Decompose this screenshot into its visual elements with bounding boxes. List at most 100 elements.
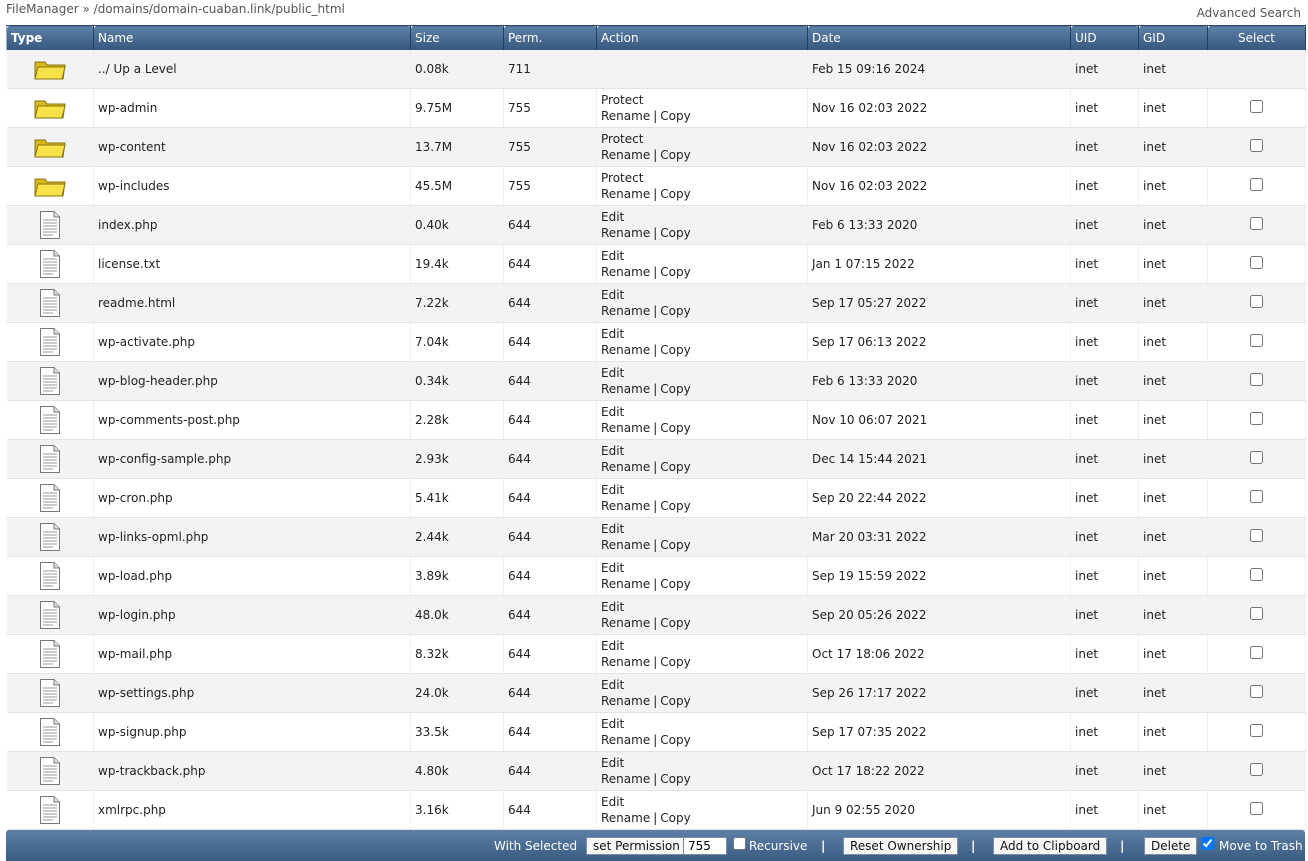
column-header-perm[interactable]: Perm. bbox=[503, 25, 597, 50]
select-checkbox[interactable] bbox=[1250, 763, 1263, 776]
rename-link[interactable]: Rename bbox=[601, 616, 650, 630]
file-icon[interactable] bbox=[39, 795, 61, 825]
edit-link[interactable]: Edit bbox=[601, 561, 624, 575]
rename-link[interactable]: Rename bbox=[601, 733, 650, 747]
edit-link[interactable]: Edit bbox=[601, 366, 624, 380]
perm-link[interactable]: 644 bbox=[508, 257, 531, 271]
select-checkbox[interactable] bbox=[1250, 100, 1263, 113]
edit-link[interactable]: Edit bbox=[601, 483, 624, 497]
file-name-link[interactable]: wp-config-sample.php bbox=[98, 452, 231, 466]
file-icon[interactable] bbox=[39, 561, 61, 591]
file-name-link[interactable]: index.php bbox=[98, 218, 157, 232]
file-icon[interactable] bbox=[39, 444, 61, 474]
file-icon[interactable] bbox=[39, 522, 61, 552]
edit-link[interactable]: Edit bbox=[601, 795, 624, 809]
select-checkbox[interactable] bbox=[1250, 724, 1263, 737]
file-name-link[interactable]: wp-includes bbox=[98, 179, 170, 193]
edit-link[interactable]: Edit bbox=[601, 678, 624, 692]
column-header-type[interactable]: Type bbox=[6, 25, 94, 50]
file-name-link[interactable]: wp-links-opml.php bbox=[98, 530, 208, 544]
select-checkbox[interactable] bbox=[1250, 334, 1263, 347]
select-checkbox[interactable] bbox=[1250, 607, 1263, 620]
select-checkbox[interactable] bbox=[1250, 451, 1263, 464]
folder-icon[interactable] bbox=[34, 96, 66, 120]
perm-link[interactable]: 644 bbox=[508, 491, 531, 505]
rename-link[interactable]: Rename bbox=[601, 226, 650, 240]
perm-link[interactable]: 644 bbox=[508, 335, 531, 349]
file-name-link[interactable]: wp-blog-header.php bbox=[98, 374, 218, 388]
file-name-link[interactable]: wp-mail.php bbox=[98, 647, 172, 661]
copy-link[interactable]: Copy bbox=[660, 772, 690, 786]
edit-link[interactable]: Edit bbox=[601, 405, 624, 419]
edit-link[interactable]: Edit bbox=[601, 327, 624, 341]
file-icon[interactable] bbox=[39, 249, 61, 279]
select-checkbox[interactable] bbox=[1250, 646, 1263, 659]
folder-icon[interactable] bbox=[34, 135, 66, 159]
file-name-link[interactable]: wp-load.php bbox=[98, 569, 172, 583]
edit-link[interactable]: Edit bbox=[601, 600, 624, 614]
select-checkbox[interactable] bbox=[1250, 139, 1263, 152]
add-to-clipboard-button[interactable]: Add to Clipboard bbox=[993, 837, 1108, 855]
select-checkbox[interactable] bbox=[1250, 373, 1263, 386]
copy-link[interactable]: Copy bbox=[660, 694, 690, 708]
edit-link[interactable]: Edit bbox=[601, 210, 624, 224]
file-icon[interactable] bbox=[39, 366, 61, 396]
perm-link[interactable]: 644 bbox=[508, 569, 531, 583]
column-header-gid[interactable]: GID bbox=[1138, 25, 1208, 50]
folder-icon[interactable] bbox=[34, 174, 66, 198]
copy-link[interactable]: Copy bbox=[660, 538, 690, 552]
rename-link[interactable]: Rename bbox=[601, 460, 650, 474]
perm-link[interactable]: 755 bbox=[508, 101, 531, 115]
perm-link[interactable]: 755 bbox=[508, 140, 531, 154]
perm-link[interactable]: 644 bbox=[508, 374, 531, 388]
file-icon[interactable] bbox=[39, 717, 61, 747]
perm-link[interactable]: 644 bbox=[508, 608, 531, 622]
copy-link[interactable]: Copy bbox=[660, 265, 690, 279]
copy-link[interactable]: Copy bbox=[660, 811, 690, 825]
rename-link[interactable]: Rename bbox=[601, 538, 650, 552]
select-checkbox[interactable] bbox=[1250, 178, 1263, 191]
file-icon[interactable] bbox=[39, 327, 61, 357]
edit-link[interactable]: Edit bbox=[601, 639, 624, 653]
file-icon[interactable] bbox=[39, 639, 61, 669]
copy-link[interactable]: Copy bbox=[660, 304, 690, 318]
recursive-checkbox[interactable] bbox=[733, 837, 746, 850]
select-checkbox[interactable] bbox=[1250, 685, 1263, 698]
rename-link[interactable]: Rename bbox=[601, 694, 650, 708]
rename-link[interactable]: Rename bbox=[601, 577, 650, 591]
copy-link[interactable]: Copy bbox=[660, 577, 690, 591]
file-name-link[interactable]: wp-signup.php bbox=[98, 725, 186, 739]
copy-link[interactable]: Copy bbox=[660, 148, 690, 162]
file-name-link[interactable]: wp-login.php bbox=[98, 608, 176, 622]
rename-link[interactable]: Rename bbox=[601, 343, 650, 357]
rename-link[interactable]: Rename bbox=[601, 499, 650, 513]
select-checkbox[interactable] bbox=[1250, 568, 1263, 581]
edit-link[interactable]: Edit bbox=[601, 522, 624, 536]
perm-link[interactable]: 644 bbox=[508, 218, 531, 232]
file-icon[interactable] bbox=[39, 405, 61, 435]
copy-link[interactable]: Copy bbox=[660, 226, 690, 240]
rename-link[interactable]: Rename bbox=[601, 265, 650, 279]
file-icon[interactable] bbox=[39, 678, 61, 708]
rename-link[interactable]: Rename bbox=[601, 109, 650, 123]
select-checkbox[interactable] bbox=[1250, 295, 1263, 308]
file-name-link[interactable]: readme.html bbox=[98, 296, 175, 310]
select-checkbox[interactable] bbox=[1250, 412, 1263, 425]
protect-link[interactable]: Protect bbox=[601, 93, 643, 107]
copy-link[interactable]: Copy bbox=[660, 109, 690, 123]
file-name-link[interactable]: wp-trackback.php bbox=[98, 764, 205, 778]
copy-link[interactable]: Copy bbox=[660, 460, 690, 474]
rename-link[interactable]: Rename bbox=[601, 811, 650, 825]
copy-link[interactable]: Copy bbox=[660, 343, 690, 357]
file-icon[interactable] bbox=[39, 600, 61, 630]
select-checkbox[interactable] bbox=[1250, 217, 1263, 230]
edit-link[interactable]: Edit bbox=[601, 756, 624, 770]
perm-link[interactable]: 644 bbox=[508, 530, 531, 544]
file-icon[interactable] bbox=[39, 210, 61, 240]
copy-link[interactable]: Copy bbox=[660, 733, 690, 747]
edit-link[interactable]: Edit bbox=[601, 288, 624, 302]
copy-link[interactable]: Copy bbox=[660, 421, 690, 435]
file-icon[interactable] bbox=[39, 288, 61, 318]
perm-link[interactable]: 644 bbox=[508, 686, 531, 700]
file-name-link[interactable]: wp-cron.php bbox=[98, 491, 173, 505]
